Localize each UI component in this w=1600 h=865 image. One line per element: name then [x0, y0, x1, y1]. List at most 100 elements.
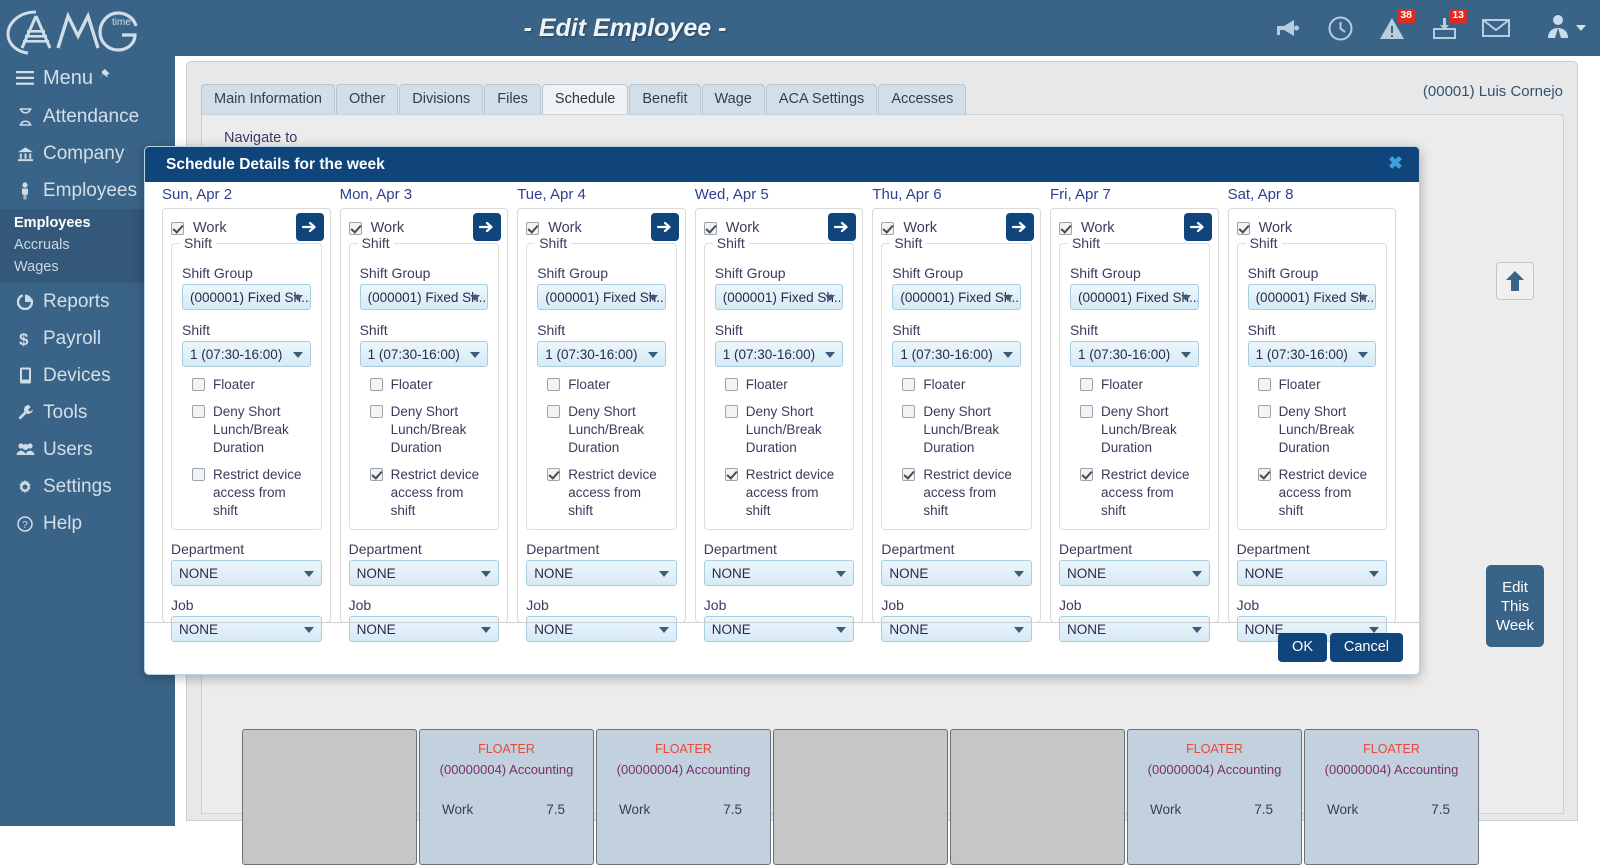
restrict-device-checkbox[interactable] [1079, 468, 1093, 481]
copy-forward-arrow-icon[interactable] [828, 213, 857, 241]
user-menu[interactable] [1545, 13, 1586, 44]
department-select[interactable]: NONE [526, 560, 677, 586]
schedule-cell[interactable]: FLOATER (00000004) Accounting Work 7.5 [1304, 729, 1479, 865]
floater-checkbox[interactable] [369, 378, 383, 391]
tab-accesses[interactable]: Accesses [878, 84, 967, 114]
work-checkbox[interactable] [526, 221, 540, 235]
shift-label: Shift [714, 322, 743, 338]
shift-select[interactable]: 1 (07:30-16:00) [1247, 341, 1377, 367]
deny-short-checkbox[interactable] [1079, 405, 1093, 418]
envelope-icon[interactable] [1481, 13, 1511, 43]
clock-icon[interactable] [1325, 13, 1355, 43]
deny-short-checkbox[interactable] [369, 405, 383, 418]
shift-group-select[interactable]: (000001) Fixed Sh... [359, 284, 489, 310]
floater-checkbox[interactable] [192, 378, 205, 391]
sidebar-item-attendance[interactable]: Attendance [0, 98, 175, 135]
deny-short-checkbox[interactable] [902, 405, 916, 418]
shift-fieldset: Shift Shift Group (000001) Fixed Sh... Shif… [348, 235, 500, 530]
schedule-cell[interactable]: FLOATER (00000004) Accounting Work 7.5 [419, 729, 594, 865]
megaphone-icon[interactable] [1273, 13, 1303, 43]
deny-short-row: Deny Short Lunch/Break Duration [1070, 403, 1199, 457]
tab-schedule[interactable]: Schedule [541, 84, 629, 114]
shift-select[interactable]: 1 (07:30-16:00) [359, 341, 489, 367]
tab-files[interactable]: Files [484, 84, 541, 114]
ok-button[interactable]: OK [1278, 633, 1327, 662]
floater-checkbox[interactable] [902, 378, 916, 391]
tab-aca-settings[interactable]: ACA Settings [765, 84, 878, 114]
copy-forward-arrow-icon[interactable] [295, 213, 324, 241]
schedule-cell[interactable] [773, 729, 948, 865]
restrict-device-checkbox[interactable] [192, 468, 205, 481]
deny-short-row: Deny Short Lunch/Break Duration [1248, 403, 1377, 457]
floater-checkbox[interactable] [724, 378, 738, 391]
tab-divisions[interactable]: Divisions [399, 84, 484, 114]
shift-select[interactable]: 1 (07:30-16:00) [714, 341, 844, 367]
shift-select[interactable]: 1 (07:30-16:00) [182, 341, 311, 367]
department-select[interactable]: NONE [1236, 560, 1388, 586]
restrict-device-checkbox[interactable] [724, 468, 738, 481]
department-select[interactable]: NONE [348, 560, 500, 586]
deny-short-checkbox[interactable] [547, 405, 561, 418]
department-select[interactable]: NONE [1058, 560, 1210, 586]
schedule-cell[interactable] [242, 729, 417, 865]
edit-this-week-button[interactable]: Edit This Week [1486, 565, 1544, 647]
scroll-up-button[interactable] [1496, 262, 1534, 300]
work-checkbox[interactable] [1058, 221, 1072, 235]
pin-icon[interactable] [96, 68, 111, 87]
deny-short-checkbox[interactable] [1257, 405, 1271, 418]
floater-checkbox[interactable] [547, 378, 561, 391]
tab-other[interactable]: Other [336, 84, 399, 114]
dialog-title: Schedule Details for the week [166, 156, 385, 173]
department-value: NONE [889, 565, 929, 581]
shift-group-select[interactable]: (000001) Fixed Sh... [1247, 284, 1377, 310]
restrict-device-checkbox[interactable] [1257, 468, 1271, 481]
tab-wage[interactable]: Wage [701, 84, 765, 114]
work-checkbox[interactable] [1236, 221, 1250, 235]
copy-forward-arrow-icon[interactable] [650, 213, 679, 241]
close-icon[interactable]: ✖ [1388, 153, 1403, 173]
shift-group-select[interactable]: (000001) Fixed Sh... [714, 284, 844, 310]
copy-forward-arrow-icon[interactable] [1183, 213, 1212, 241]
restrict-device-label: Restrict device access from shift [1278, 467, 1368, 518]
day-title: Wed, Apr 5 [694, 186, 769, 203]
chevron-down-icon [1358, 352, 1369, 358]
work-checkbox[interactable] [703, 221, 717, 235]
shift-select[interactable]: 1 (07:30-16:00) [892, 341, 1021, 367]
shift-select[interactable]: 1 (07:30-16:00) [537, 341, 666, 367]
department-select[interactable]: NONE [703, 560, 855, 586]
copy-forward-arrow-icon[interactable] [473, 213, 502, 241]
wrench-icon [12, 404, 38, 421]
warning-icon[interactable]: 38 [1377, 9, 1415, 43]
work-checkbox[interactable] [171, 221, 184, 235]
shift-label: Shift [1069, 322, 1098, 338]
floater-checkbox[interactable] [1257, 378, 1271, 391]
work-checkbox[interactable] [881, 221, 895, 235]
tab-benefit[interactable]: Benefit [629, 84, 701, 114]
shift-group-select[interactable]: (000001) Fixed Sh... [537, 284, 666, 310]
schedule-cell[interactable] [950, 729, 1125, 865]
deny-short-checkbox[interactable] [724, 405, 738, 418]
shift-group-select[interactable]: (000001) Fixed Sh... [1069, 284, 1199, 310]
schedule-cell[interactable]: FLOATER (00000004) Accounting Work 7.5 [596, 729, 771, 865]
menu-toggle[interactable]: Menu [0, 58, 175, 98]
chevron-down-icon [303, 571, 314, 577]
cancel-button[interactable]: Cancel [1329, 633, 1403, 662]
department-select[interactable]: NONE [881, 560, 1032, 586]
inbox-icon[interactable]: 13 [1429, 9, 1467, 43]
copy-forward-arrow-icon[interactable] [1005, 213, 1034, 241]
tab-main-information[interactable]: Main Information [201, 84, 335, 114]
department-select[interactable]: NONE [171, 560, 322, 586]
restrict-device-row: Restrict device access from shift [892, 466, 1021, 520]
schedule-cell[interactable]: FLOATER (00000004) Accounting Work 7.5 [1127, 729, 1302, 865]
restrict-device-checkbox[interactable] [902, 468, 916, 481]
deny-short-checkbox[interactable] [192, 405, 205, 418]
restrict-device-checkbox[interactable] [369, 468, 383, 481]
shift-group-select[interactable]: (000001) Fixed Sh... [892, 284, 1021, 310]
work-checkbox[interactable] [348, 221, 362, 235]
restrict-device-checkbox[interactable] [547, 468, 561, 481]
floater-checkbox[interactable] [1079, 378, 1093, 391]
shift-group-select[interactable]: (000001) Fixed Sh... [182, 284, 311, 310]
person-icon [12, 181, 38, 200]
day-panel: Work Shift Shift Group (000001) Fixed Sh...… [694, 208, 864, 642]
shift-select[interactable]: 1 (07:30-16:00) [1069, 341, 1199, 367]
